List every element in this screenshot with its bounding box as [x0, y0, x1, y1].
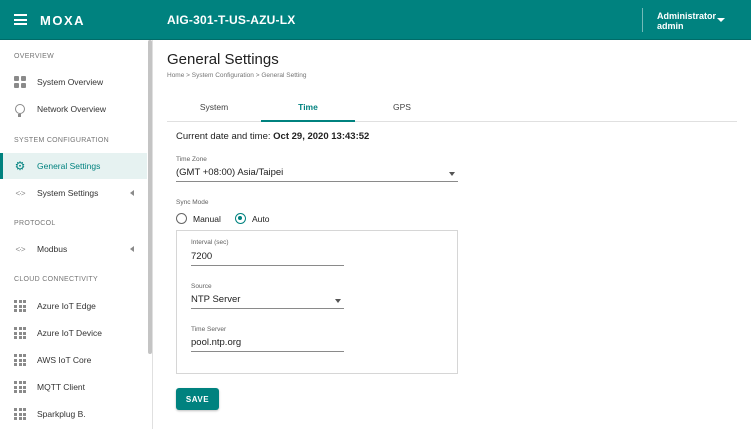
chevron-left-icon [130, 190, 134, 196]
sidebar-item-system-settings[interactable]: <·> System Settings [0, 180, 147, 206]
sidebar-item-system-overview[interactable]: System Overview [0, 69, 147, 95]
code-icon: <·> [15, 188, 25, 198]
sidebar-item-aws-iot-core[interactable]: AWS IoT Core [0, 347, 147, 373]
sidebar-item-label: Network Overview [37, 104, 106, 114]
interval-label: Interval (sec) [191, 239, 229, 246]
source-value: NTP Server [191, 294, 241, 305]
sidebar: OVERVIEW System Overview Network Overvie… [0, 40, 153, 429]
sidebar-item-network-overview[interactable]: Network Overview [0, 96, 147, 122]
device-name: AIG-301-T-US-AZU-LX [167, 13, 296, 27]
dashboard-icon [14, 76, 26, 88]
sidebar-item-azure-iot-edge[interactable]: Azure IoT Edge [0, 293, 147, 319]
current-datetime-value: Oct 29, 2020 13:43:52 [273, 131, 370, 142]
apps-icon [14, 408, 26, 420]
interval-value: 7200 [191, 251, 213, 262]
moxa-logo: MOXA [40, 13, 85, 28]
current-datetime-label: Current date and time: [176, 131, 271, 142]
chevron-left-icon [130, 246, 134, 252]
apps-icon [14, 354, 26, 366]
settings-tabs: System Time GPS [167, 97, 737, 122]
apps-icon [14, 300, 26, 312]
breadcrumb: Home > System Configuration > General Se… [167, 72, 307, 79]
sidebar-item-label: System Overview [37, 77, 104, 87]
radio-label-manual: Manual [193, 213, 221, 224]
sidebar-item-label: General Settings [37, 161, 101, 171]
sidebar-item-label: System Settings [37, 188, 99, 198]
tab-gps[interactable]: GPS [355, 97, 449, 122]
sidebar-item-label: Azure IoT Edge [37, 301, 96, 311]
sync-mode-manual-radio[interactable]: Manual [176, 213, 221, 224]
breadcrumb-current: General Setting [261, 72, 307, 79]
section-title-overview: OVERVIEW [14, 53, 55, 60]
tab-system[interactable]: System [167, 97, 261, 122]
time-server-value: pool.ntp.org [191, 337, 242, 348]
sidebar-item-label: Azure IoT Device [37, 328, 103, 338]
dropdown-arrow-icon [449, 172, 455, 176]
main-content: General Settings Home > System Configura… [153, 40, 751, 429]
time-server-input[interactable]: pool.ntp.org [191, 336, 344, 352]
header-divider [642, 8, 643, 32]
user-menu[interactable]: Administrator admin [657, 11, 716, 31]
menu-icon[interactable] [14, 14, 27, 25]
sidebar-item-label: MQTT Client [37, 382, 86, 392]
breadcrumb-home[interactable]: Home [167, 72, 184, 79]
time-server-label: Time Server [191, 326, 227, 333]
sidebar-item-mqtt-client[interactable]: MQTT Client [0, 374, 147, 400]
user-role: Administrator [657, 11, 717, 21]
sidebar-item-label: Sparkplug B. [37, 409, 86, 419]
tab-time[interactable]: Time [261, 97, 355, 122]
radio-checked-icon [235, 213, 246, 224]
breadcrumb-system-configuration[interactable]: System Configuration [192, 72, 254, 79]
apps-icon [14, 327, 26, 339]
current-datetime: Current date and time: Oct 29, 2020 13:4… [176, 131, 369, 142]
dropdown-arrow-icon [335, 299, 341, 303]
sidebar-scrollbar[interactable] [148, 40, 152, 354]
time-zone-value: (GMT +08:00) Asia/Taipei [176, 167, 284, 178]
sidebar-item-modbus[interactable]: <·> Modbus [0, 236, 147, 262]
time-zone-label: Time Zone [176, 156, 207, 163]
time-zone-select[interactable]: (GMT +08:00) Asia/Taipei [176, 166, 458, 182]
sync-mode-label: Sync Mode [176, 199, 209, 206]
sidebar-item-sparkplug-b[interactable]: Sparkplug B. [0, 401, 147, 427]
radio-unchecked-icon [176, 213, 187, 224]
sync-mode-auto-radio[interactable]: Auto [235, 213, 270, 224]
page-title: General Settings [167, 51, 279, 68]
gear-icon: ⚙ [14, 159, 26, 173]
interval-input[interactable]: 7200 [191, 250, 344, 266]
section-title-protocol: PROTOCOL [14, 220, 56, 227]
top-app-bar: MOXA AIG-301-T-US-AZU-LX Administrator a… [0, 0, 751, 40]
sidebar-item-azure-iot-device[interactable]: Azure IoT Device [0, 320, 147, 346]
sidebar-item-general-settings[interactable]: ⚙ General Settings [0, 153, 147, 179]
section-title-system-configuration: SYSTEM CONFIGURATION [14, 137, 109, 144]
section-title-cloud-connectivity: CLOUD CONNECTIVITY [14, 276, 98, 283]
source-select[interactable]: NTP Server [191, 293, 344, 309]
apps-icon [14, 381, 26, 393]
sidebar-item-label: Modbus [37, 244, 68, 254]
code-icon: <·> [15, 244, 25, 254]
network-globe-icon [14, 103, 26, 117]
source-label: Source [191, 283, 212, 290]
user-name: admin [657, 21, 684, 31]
caret-down-icon[interactable] [717, 18, 725, 22]
sidebar-item-label: AWS IoT Core [37, 355, 92, 365]
save-button[interactable]: SAVE [176, 388, 219, 410]
radio-label-auto: Auto [252, 213, 270, 224]
